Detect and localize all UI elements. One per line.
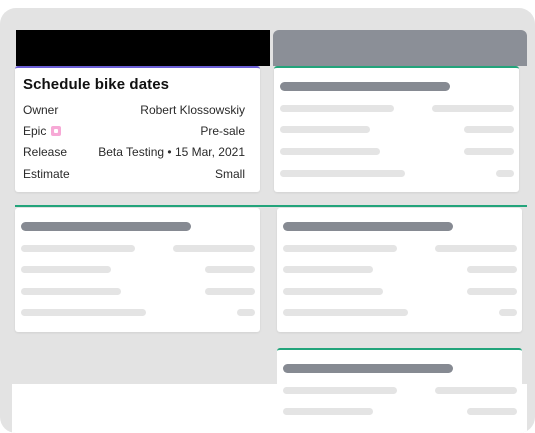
field-row-owner: Owner Robert Klossowskiy [23,103,245,119]
skeleton-line [280,126,370,133]
skeleton-line [205,288,255,295]
skeleton-line [467,266,517,273]
placeholder-card-top-right[interactable] [274,66,519,192]
column-header-left [16,30,270,66]
field-value-epic[interactable]: Pre-sale [200,124,245,138]
skeleton-line [432,105,514,112]
skeleton-line [464,126,514,133]
placeholder-card-bottom-right[interactable] [277,348,522,433]
field-label-estimate: Estimate [23,167,70,181]
placeholder-card-middle-right[interactable] [277,208,522,332]
skeleton-line [283,408,373,415]
skeleton-line [283,387,397,394]
skeleton-line [237,309,255,316]
skeleton-title [21,222,191,231]
skeleton-line [173,245,255,252]
skeleton-line [435,387,517,394]
skeleton-line [435,245,517,252]
skeleton-line [496,170,514,177]
skeleton-line [464,148,514,155]
skeleton-line [499,309,517,316]
skeleton-line [21,266,111,273]
skeleton-line [280,148,380,155]
skeleton-line [283,266,373,273]
column-header-right [273,30,527,66]
skeleton-line [21,245,135,252]
placeholder-card-middle-left[interactable] [15,208,260,332]
skeleton-title [280,82,450,91]
skeleton-line [280,105,394,112]
field-label-epic: Epic [23,124,47,138]
skeleton-line [283,288,383,295]
skeleton-line [21,309,146,316]
skeleton-line [21,288,121,295]
field-label-owner: Owner [23,103,59,117]
field-label-release: Release [23,145,68,159]
card-title: Schedule bike dates [23,76,170,93]
skeleton-title [283,364,453,373]
field-value-release[interactable]: Beta Testing • 15 Mar, 2021 [98,145,245,159]
skeleton-line [280,170,405,177]
skeleton-line [283,309,408,316]
story-card-schedule-bike-dates[interactable]: Schedule bike dates Owner Robert Klossow… [15,66,260,192]
field-value-estimate[interactable]: Small [215,167,245,181]
skeleton-line [283,245,397,252]
skeleton-line [205,266,255,273]
epic-badge-icon [51,126,62,136]
skeleton-title [283,222,453,231]
field-row-release: Release Beta Testing • 15 Mar, 2021 [23,145,245,161]
field-row-estimate: Estimate Small [23,167,245,183]
skeleton-line [467,408,517,415]
field-value-owner[interactable]: Robert Klossowskiy [140,103,245,117]
skeleton-line [467,288,517,295]
board-frame: Schedule bike dates Owner Robert Klossow… [0,8,535,433]
lane-divider [15,205,527,207]
field-row-epic: Epic Pre-sale [23,124,245,140]
